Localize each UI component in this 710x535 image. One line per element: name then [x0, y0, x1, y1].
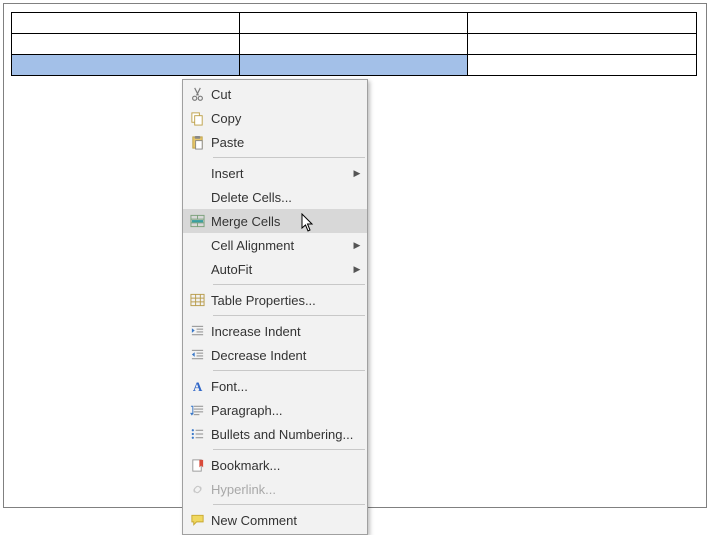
- menu-item-cut[interactable]: Cut: [183, 82, 367, 106]
- cut-icon: [183, 87, 211, 102]
- menu-item-label: Cell Alignment: [211, 238, 351, 253]
- menu-item-label: Paragraph...: [211, 403, 363, 418]
- menu-item-label: Merge Cells: [211, 214, 363, 229]
- bookmark-icon: [183, 458, 211, 473]
- menu-item-label: Hyperlink...: [211, 482, 363, 497]
- menu-item-label: Font...: [211, 379, 363, 394]
- menu-item-label: Increase Indent: [211, 324, 363, 339]
- menu-item-bullets-numbering[interactable]: Bullets and Numbering...: [183, 422, 367, 446]
- menu-item-insert[interactable]: Insert ▶: [183, 161, 367, 185]
- menu-item-label: Table Properties...: [211, 293, 363, 308]
- menu-item-copy[interactable]: Copy: [183, 106, 367, 130]
- menu-item-paste[interactable]: Paste: [183, 130, 367, 154]
- menu-separator: [213, 449, 365, 450]
- bullets-icon: [183, 427, 211, 441]
- context-menu[interactable]: Cut Copy Paste Insert ▶ Delete Cells...: [182, 79, 368, 535]
- submenu-arrow-icon: ▶: [351, 240, 363, 251]
- paste-icon: [183, 135, 211, 150]
- table-props-icon: [183, 293, 211, 307]
- menu-item-label: Cut: [211, 87, 363, 102]
- hyperlink-icon: [183, 482, 211, 497]
- font-icon: A: [183, 379, 211, 394]
- menu-item-label: Decrease Indent: [211, 348, 363, 363]
- menu-item-label: New Comment: [211, 513, 363, 528]
- menu-item-label: Bookmark...: [211, 458, 363, 473]
- menu-item-delete-cells[interactable]: Delete Cells...: [183, 185, 367, 209]
- menu-item-label: AutoFit: [211, 262, 351, 277]
- menu-item-hyperlink: Hyperlink...: [183, 477, 367, 501]
- paragraph-icon: [183, 403, 211, 417]
- menu-separator: [213, 284, 365, 285]
- menu-item-label: Paste: [211, 135, 363, 150]
- menu-item-decrease-indent[interactable]: Decrease Indent: [183, 343, 367, 367]
- menu-item-autofit[interactable]: AutoFit ▶: [183, 257, 367, 281]
- indent-inc-icon: [183, 324, 211, 338]
- menu-item-label: Insert: [211, 166, 351, 181]
- submenu-arrow-icon: ▶: [351, 168, 363, 179]
- copy-icon: [183, 111, 211, 126]
- table-cell[interactable]: [12, 34, 240, 55]
- menu-item-new-comment[interactable]: New Comment: [183, 508, 367, 532]
- table-row[interactable]: [12, 55, 697, 76]
- menu-item-paragraph[interactable]: Paragraph...: [183, 398, 367, 422]
- table-cell[interactable]: [239, 13, 468, 34]
- menu-item-cell-alignment[interactable]: Cell Alignment ▶: [183, 233, 367, 257]
- table-cell[interactable]: [468, 55, 697, 76]
- table-cell-selected[interactable]: [239, 55, 468, 76]
- menu-item-merge-cells[interactable]: Merge Cells: [183, 209, 367, 233]
- menu-item-label: Bullets and Numbering...: [211, 427, 363, 442]
- menu-item-bookmark[interactable]: Bookmark...: [183, 453, 367, 477]
- merge-icon: [183, 214, 211, 228]
- indent-dec-icon: [183, 348, 211, 362]
- table-cell[interactable]: [12, 13, 240, 34]
- menu-item-table-properties[interactable]: Table Properties...: [183, 288, 367, 312]
- menu-separator: [213, 370, 365, 371]
- comment-icon: [183, 513, 211, 527]
- menu-separator: [213, 504, 365, 505]
- menu-separator: [213, 315, 365, 316]
- table-cell-selected[interactable]: [12, 55, 240, 76]
- table-row[interactable]: [12, 13, 697, 34]
- menu-item-label: Delete Cells...: [211, 190, 363, 205]
- document-table[interactable]: [11, 12, 697, 76]
- menu-item-label: Copy: [211, 111, 363, 126]
- menu-item-font[interactable]: A Font...: [183, 374, 367, 398]
- table-cell[interactable]: [239, 34, 468, 55]
- svg-text:A: A: [192, 379, 202, 394]
- menu-separator: [213, 157, 365, 158]
- submenu-arrow-icon: ▶: [351, 264, 363, 275]
- table-cell[interactable]: [468, 13, 697, 34]
- menu-item-increase-indent[interactable]: Increase Indent: [183, 319, 367, 343]
- table-cell[interactable]: [468, 34, 697, 55]
- table-row[interactable]: [12, 34, 697, 55]
